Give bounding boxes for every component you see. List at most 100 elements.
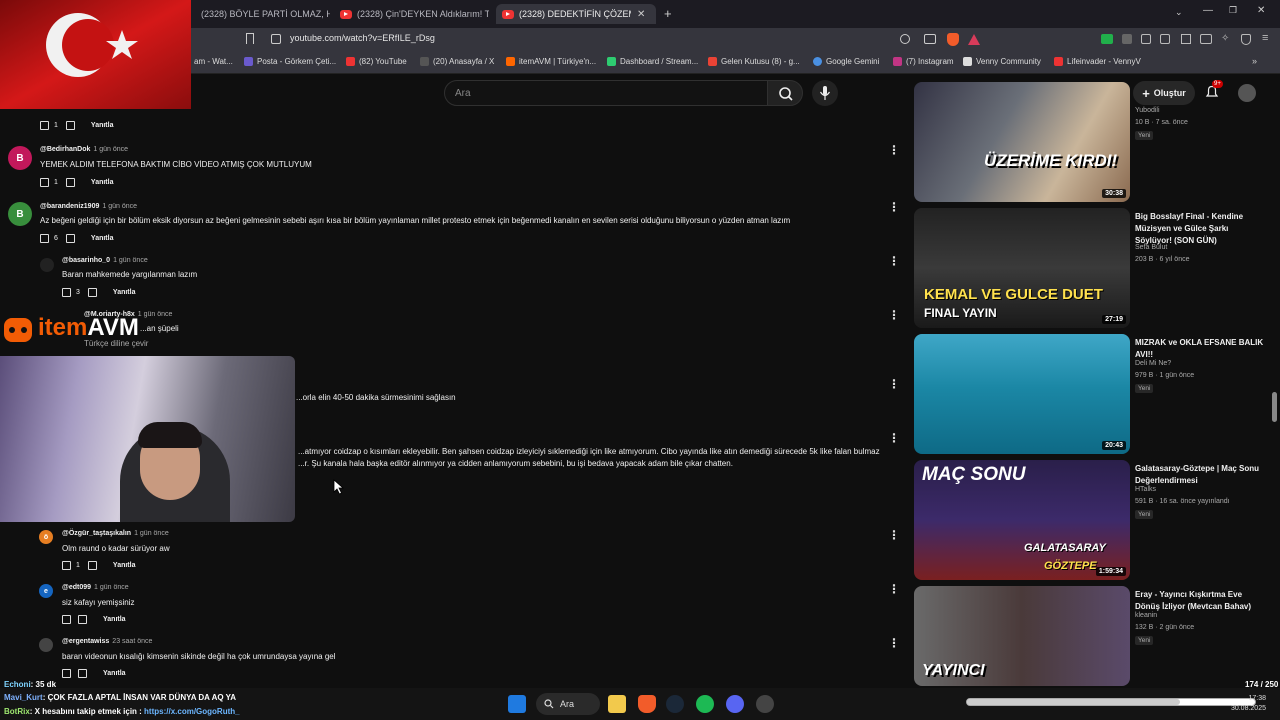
close-window-icon[interactable]: ✕ bbox=[1257, 5, 1265, 16]
bookmarks-overflow-icon[interactable]: » bbox=[1252, 56, 1257, 66]
comment-menu-icon[interactable]: ⋮ bbox=[888, 431, 900, 445]
extension-icon[interactable] bbox=[1160, 34, 1170, 44]
comment-time[interactable]: 1 gün önce bbox=[94, 584, 129, 591]
like-icon[interactable] bbox=[62, 561, 71, 570]
video-channel[interactable]: Yubodili bbox=[1135, 107, 1160, 114]
system-clock[interactable]: 17:38 30.08.2025 bbox=[1231, 694, 1266, 714]
video-thumbnail[interactable]: 20:43 bbox=[914, 334, 1130, 454]
comment-menu-icon[interactable]: ⋮ bbox=[888, 636, 900, 650]
dislike-icon[interactable] bbox=[78, 615, 87, 624]
reply-button[interactable]: Yanıtla bbox=[91, 235, 114, 242]
dislike-icon[interactable] bbox=[87, 561, 97, 570]
comment-time[interactable]: 23 saat önce bbox=[112, 638, 152, 645]
recommended-video[interactable]: MAÇ SONU GALATASARAY GÖZTEPE 1:59:34 Gal… bbox=[914, 460, 1274, 580]
page-scrollbar[interactable] bbox=[1272, 392, 1277, 422]
video-channel[interactable]: HTalks bbox=[1135, 486, 1156, 493]
bookmark-item[interactable]: (20) Anasayfa / X bbox=[420, 57, 494, 66]
url-field[interactable]: youtube.com/watch?v=ERfILE_rDsg bbox=[290, 33, 435, 43]
comment-author[interactable]: @basarinho_0 bbox=[62, 257, 110, 264]
discord-icon[interactable] bbox=[726, 695, 744, 713]
steam-icon[interactable] bbox=[666, 695, 684, 713]
close-tab-icon[interactable]: ✕ bbox=[637, 9, 645, 20]
video-title[interactable]: Big Bosslayf Final - Kendine Müzisyen ve… bbox=[1135, 211, 1265, 247]
minimize-icon[interactable]: — bbox=[1203, 5, 1213, 16]
bookmark-item[interactable]: Lifeinvader - VennyV bbox=[1054, 57, 1141, 66]
dislike-icon[interactable] bbox=[65, 121, 75, 130]
bookmark-item[interactable]: Venny Community bbox=[963, 57, 1041, 66]
bookmark-item[interactable]: (7) Instagram bbox=[893, 57, 954, 66]
like-icon[interactable] bbox=[62, 669, 71, 678]
bookmark-item[interactable]: itemAVM | Türkiye'n... bbox=[506, 57, 596, 66]
browser-tab-2[interactable]: (2328) Çin'DEYKEN Aldıklarım! Toplu... bbox=[334, 4, 489, 24]
comment-time[interactable]: 1 gün önce bbox=[113, 257, 148, 264]
avatar[interactable]: B bbox=[8, 146, 32, 170]
obs-icon[interactable] bbox=[756, 695, 774, 713]
comment-author[interactable]: @Özgür_taştaşıkalın bbox=[62, 530, 131, 537]
video-thumbnail[interactable]: KEMAL VE GULCE DUET FINAL YAYIN 27:19 bbox=[914, 208, 1130, 328]
browser-tab-1[interactable]: (2328) BÖYLE PARTİ OLMAZ, HAVUZ... bbox=[195, 4, 330, 24]
bookmark-item[interactable]: Dashboard / Stream... bbox=[607, 57, 698, 66]
reply-button[interactable]: Yanıtla bbox=[91, 179, 114, 186]
extension-icon[interactable] bbox=[1101, 34, 1113, 44]
comment-menu-icon[interactable]: ⋮ bbox=[888, 377, 900, 391]
comment-menu-icon[interactable]: ⋮ bbox=[888, 254, 900, 268]
spotify-icon[interactable] bbox=[696, 695, 714, 713]
comment-menu-icon[interactable]: ⋮ bbox=[888, 200, 900, 214]
video-channel[interactable]: kleanin bbox=[1135, 612, 1157, 619]
like-icon[interactable] bbox=[40, 178, 49, 187]
avatar[interactable]: ö bbox=[39, 530, 53, 544]
new-tab-button[interactable]: + bbox=[664, 6, 672, 21]
zoom-icon[interactable] bbox=[900, 34, 910, 44]
video-thumbnail[interactable]: ÜZERİME KIRDI! 30:38 bbox=[914, 82, 1130, 202]
dislike-icon[interactable] bbox=[65, 234, 75, 243]
recommended-video[interactable]: 20:43 MIZRAK ve OKLA EFSANE BALIK AVI!! … bbox=[914, 334, 1274, 454]
maximize-icon[interactable]: ❐ bbox=[1229, 5, 1237, 16]
comment-author[interactable]: @ergentawiss bbox=[62, 638, 109, 645]
recommended-video[interactable]: KEMAL VE GULCE DUET FINAL YAYIN 27:19 Bi… bbox=[914, 208, 1274, 328]
site-info-icon[interactable] bbox=[271, 34, 281, 44]
comment-author[interactable]: @edt099 bbox=[62, 584, 91, 591]
recommended-video[interactable]: ÜZERİME KIRDI! 30:38 Yubodili 10 B · 7 s… bbox=[914, 82, 1274, 202]
comment-author[interactable]: @barandeniz1909 bbox=[40, 203, 99, 210]
extension-icon[interactable] bbox=[1122, 34, 1132, 44]
brave-rewards-icon[interactable] bbox=[968, 34, 980, 45]
volume-slider[interactable] bbox=[966, 698, 1256, 706]
sidebar-icon[interactable] bbox=[1181, 34, 1191, 44]
comment-time[interactable]: 1 gün önce bbox=[134, 530, 169, 537]
video-channel[interactable]: Deli Mi Ne? bbox=[1135, 360, 1171, 367]
file-explorer-icon[interactable] bbox=[608, 695, 626, 713]
comment-time[interactable]: 1 gün önce bbox=[93, 146, 128, 153]
vpn-icon[interactable] bbox=[1241, 34, 1251, 45]
cast-icon[interactable] bbox=[924, 34, 936, 44]
like-icon[interactable] bbox=[40, 121, 49, 130]
video-title[interactable]: Galatasaray-Göztepe | Maç Sonu Değerlend… bbox=[1135, 463, 1265, 487]
video-thumbnail[interactable]: MAÇ SONU GALATASARAY GÖZTEPE 1:59:34 bbox=[914, 460, 1130, 580]
bookmark-item[interactable]: Posta - Görkem Çeti... bbox=[244, 57, 336, 66]
windows-start-icon[interactable] bbox=[508, 695, 526, 713]
recommended-video[interactable]: YAYINCI Eray - Yayıncı Kışkırtma Eve Dön… bbox=[914, 586, 1274, 686]
reply-button[interactable]: Yanıtla bbox=[91, 122, 114, 129]
taskbar-search[interactable]: Ara bbox=[536, 693, 600, 715]
comment-menu-icon[interactable]: ⋮ bbox=[888, 528, 900, 542]
video-thumbnail[interactable]: YAYINCI bbox=[914, 586, 1130, 686]
avatar[interactable] bbox=[40, 258, 54, 272]
bookmark-item[interactable]: Google Gemini bbox=[813, 57, 879, 66]
brave-shield-icon[interactable] bbox=[947, 33, 959, 46]
like-icon[interactable] bbox=[62, 288, 71, 297]
bookmark-icon[interactable] bbox=[246, 33, 254, 44]
video-title[interactable]: Eray - Yayıncı Kışkırtma Eve Dönüş İzliy… bbox=[1135, 589, 1265, 613]
video-channel[interactable]: Sefa Bulut bbox=[1135, 244, 1167, 251]
dislike-icon[interactable] bbox=[65, 178, 75, 187]
reply-button[interactable]: Yanıtla bbox=[113, 289, 136, 296]
dislike-icon[interactable] bbox=[87, 288, 97, 297]
comment-time[interactable]: 1 gün önce bbox=[102, 203, 137, 210]
like-icon[interactable] bbox=[62, 615, 71, 624]
avatar[interactable]: B bbox=[8, 202, 32, 226]
brave-browser-icon[interactable] bbox=[638, 695, 656, 713]
bookmark-item[interactable]: (82) YouTube bbox=[346, 57, 407, 66]
browser-tab-3-active[interactable]: (2328) DEDEKTİFİN ÇÖZEMEYECEĞİ... ✕ bbox=[496, 4, 656, 24]
reply-button[interactable]: Yanıtla bbox=[103, 616, 126, 623]
leo-ai-icon[interactable]: ✧ bbox=[1221, 33, 1229, 44]
reply-button[interactable]: Yanıtla bbox=[113, 562, 136, 569]
like-icon[interactable] bbox=[40, 234, 49, 243]
